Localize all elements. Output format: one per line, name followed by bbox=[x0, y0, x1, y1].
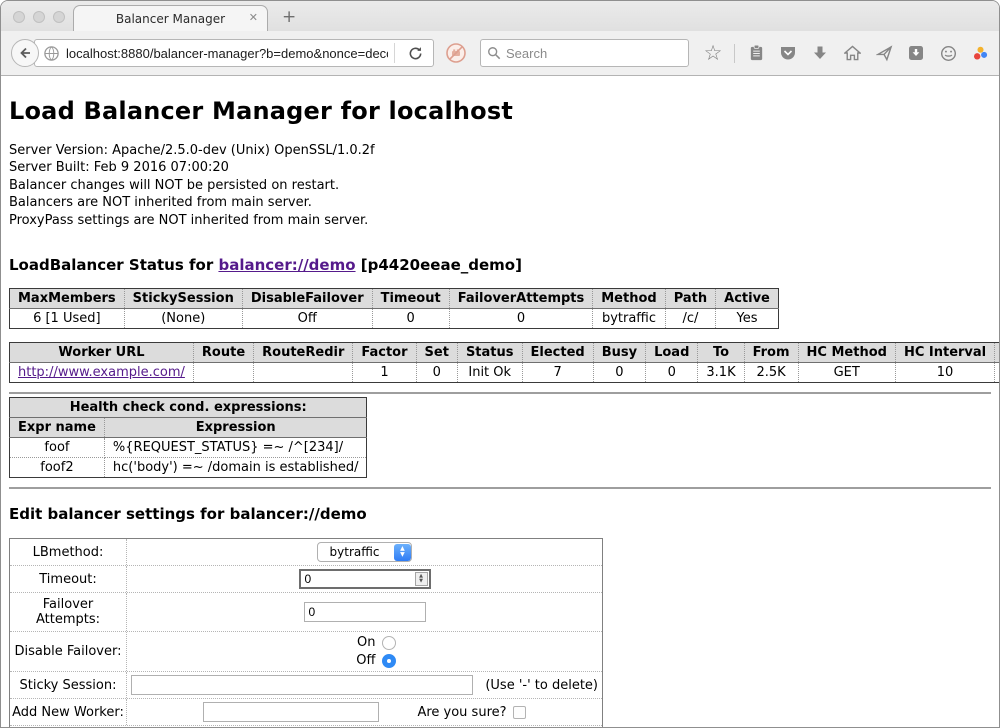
failover-attempts-row: Failover Attempts: bbox=[10, 592, 602, 631]
radio-off-label: Off bbox=[356, 653, 375, 668]
pocket-icon bbox=[779, 45, 797, 62]
search-bar[interactable] bbox=[480, 39, 689, 67]
add-worker-input[interactable] bbox=[203, 702, 379, 722]
home-icon bbox=[844, 45, 861, 61]
sticky-session-input[interactable] bbox=[131, 675, 473, 695]
tab-title: Balancer Manager bbox=[116, 12, 225, 26]
radio-on-label: On bbox=[357, 635, 375, 650]
server-version-line: Server Version: Apache/2.5.0-dev (Unix) … bbox=[9, 142, 991, 159]
window-close-button[interactable] bbox=[13, 11, 25, 23]
bookmark-star-icon[interactable]: ☆ bbox=[699, 39, 727, 67]
balancer-status-table: MaxMembers StickySession DisableFailover… bbox=[9, 288, 779, 329]
color-dots-button[interactable] bbox=[966, 39, 994, 67]
table-header-row: MaxMembers StickySession DisableFailover… bbox=[10, 289, 779, 309]
page-content: Load Balancer Manager for localhost Serv… bbox=[1, 76, 999, 728]
disable-failover-on-radio[interactable] bbox=[382, 636, 396, 650]
worker-url-link[interactable]: http://www.example.com/ bbox=[18, 365, 185, 380]
select-stepper-icon: ▲▼ bbox=[394, 544, 411, 561]
are-you-sure-checkbox[interactable] bbox=[513, 706, 526, 719]
new-tab-button[interactable]: + bbox=[282, 7, 296, 27]
url-bar[interactable] bbox=[34, 39, 434, 67]
health-check-table: Health check cond. expressions: Expr nam… bbox=[9, 397, 367, 478]
number-spinner-icon[interactable]: ▲▼ bbox=[415, 572, 428, 586]
edit-settings-heading: Edit balancer settings for balancer://de… bbox=[9, 505, 991, 523]
window-minimize-button[interactable] bbox=[33, 11, 45, 23]
section-divider bbox=[9, 392, 991, 394]
save-panel-button[interactable] bbox=[902, 39, 930, 67]
clipboard-icon bbox=[748, 44, 765, 62]
timeout-row: Timeout: ▲▼ bbox=[10, 565, 602, 592]
disable-failover-row: Disable Failover: On Off bbox=[10, 631, 602, 671]
balancer-settings-form: LBmethod: bytraffic ▲▼ Timeout: ▲▼ bbox=[9, 538, 603, 728]
browser-window: Balancer Manager ✕ + bbox=[0, 0, 1000, 728]
reload-icon bbox=[408, 46, 423, 61]
persist-note-line: Balancer changes will NOT be persisted o… bbox=[9, 177, 991, 194]
lbmethod-label: LBmethod: bbox=[10, 539, 127, 565]
color-dots-icon bbox=[972, 45, 989, 62]
downloads-button[interactable] bbox=[806, 39, 834, 67]
disable-failover-label: Disable Failover: bbox=[10, 632, 127, 671]
browser-tab[interactable]: Balancer Manager ✕ bbox=[73, 5, 268, 31]
pocket-button[interactable] bbox=[774, 39, 802, 67]
url-bar-divider bbox=[394, 43, 395, 63]
tab-bar: Balancer Manager ✕ + bbox=[1, 1, 999, 31]
window-controls bbox=[13, 11, 65, 23]
loadbalancer-status-heading: LoadBalancer Status for balancer://demo … bbox=[9, 256, 991, 274]
timeout-label: Timeout: bbox=[10, 566, 127, 592]
smiley-icon bbox=[940, 45, 957, 62]
timeout-input[interactable] bbox=[299, 569, 431, 589]
balancer-demo-link[interactable]: balancer://demo bbox=[218, 256, 355, 274]
toolbar-buttons: ☆ bbox=[699, 39, 1000, 67]
failover-attempts-input[interactable] bbox=[304, 602, 426, 622]
globe-icon bbox=[43, 45, 60, 62]
send-tab-button[interactable] bbox=[870, 39, 898, 67]
send-plane-icon bbox=[876, 45, 893, 62]
navigation-toolbar: ☆ bbox=[1, 31, 999, 76]
plugin-blocked-icon bbox=[445, 42, 467, 64]
search-input[interactable] bbox=[506, 46, 682, 61]
reading-list-button[interactable] bbox=[742, 39, 770, 67]
table-header-row: Expr name Expression bbox=[10, 418, 367, 438]
window-zoom-button[interactable] bbox=[53, 11, 65, 23]
url-input[interactable] bbox=[66, 46, 388, 61]
worker-status-table: Worker URL Route RouteRedir Factor Set S… bbox=[9, 342, 999, 383]
add-worker-label: Add New Worker: bbox=[10, 699, 127, 725]
proxypass-note-line: ProxyPass settings are NOT inherited fro… bbox=[9, 212, 991, 229]
table-header-row: Health check cond. expressions: bbox=[10, 398, 367, 418]
failover-attempts-label: Failover Attempts: bbox=[10, 593, 127, 631]
table-row: http://www.example.com/ 1 0 Init Ok 7 0 … bbox=[10, 363, 1000, 383]
add-worker-row: Add New Worker: Are you sure? bbox=[10, 698, 602, 725]
reload-button[interactable] bbox=[401, 39, 429, 67]
feedback-button[interactable] bbox=[934, 39, 962, 67]
back-button[interactable] bbox=[11, 39, 39, 67]
table-row: foof2 hc('body') =~ /domain is establish… bbox=[10, 458, 367, 478]
sticky-session-note: (Use '-' to delete) bbox=[485, 678, 598, 693]
inherit-note-line: Balancers are NOT inherited from main se… bbox=[9, 194, 991, 211]
lbmethod-select[interactable]: bytraffic ▲▼ bbox=[317, 542, 413, 562]
sticky-session-row: Sticky Session: (Use '-' to delete) bbox=[10, 671, 602, 698]
search-icon bbox=[487, 46, 501, 60]
section-divider bbox=[9, 487, 991, 489]
disable-failover-off-radio[interactable] bbox=[382, 654, 396, 668]
lbmethod-row: LBmethod: bytraffic ▲▼ bbox=[10, 539, 602, 565]
are-you-sure-label: Are you sure? bbox=[417, 705, 506, 720]
table-header-row: Worker URL Route RouteRedir Factor Set S… bbox=[10, 343, 1000, 363]
server-info: Server Version: Apache/2.5.0-dev (Unix) … bbox=[9, 142, 991, 229]
back-arrow-icon bbox=[17, 45, 33, 61]
home-button[interactable] bbox=[838, 39, 866, 67]
plugin-blocked-button[interactable] bbox=[442, 39, 470, 67]
sticky-session-label: Sticky Session: bbox=[10, 672, 127, 698]
download-arrow-icon bbox=[812, 45, 828, 61]
table-row: foof %{REQUEST_STATUS} =~ /^[234]/ bbox=[10, 438, 367, 458]
panel-download-icon bbox=[908, 45, 924, 61]
toolbar-divider bbox=[734, 44, 735, 63]
close-tab-icon[interactable]: ✕ bbox=[249, 11, 258, 24]
page-title: Load Balancer Manager for localhost bbox=[9, 97, 991, 125]
table-row: 6 [1 Used] (None) Off 0 0 bytraffic /c/ … bbox=[10, 309, 779, 329]
server-built-line: Server Built: Feb 9 2016 07:00:20 bbox=[9, 159, 991, 176]
